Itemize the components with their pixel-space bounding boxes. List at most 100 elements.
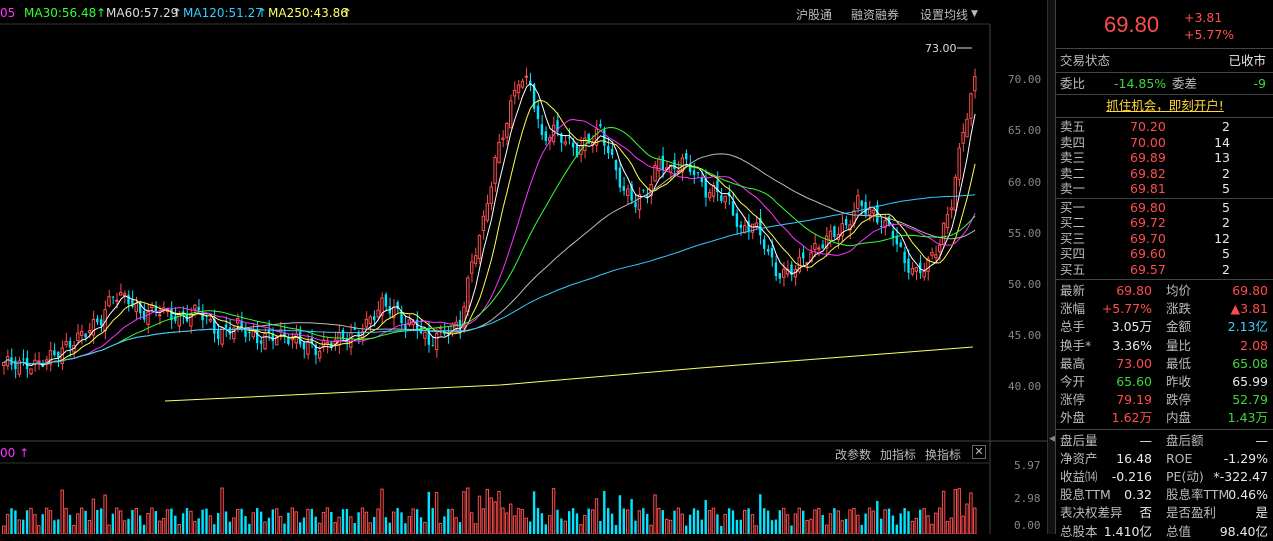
- candle-body: [509, 100, 513, 129]
- volume-bar: [345, 509, 349, 534]
- volume-bar: [205, 508, 208, 534]
- volume-bar: [603, 490, 606, 534]
- divider: [1056, 72, 1273, 73]
- candle-body: [618, 167, 622, 188]
- volume-bar: [330, 512, 333, 534]
- close-icon[interactable]: ✕: [972, 445, 986, 459]
- stat-value: 否: [1139, 505, 1152, 521]
- volume-bar: [244, 516, 247, 534]
- volume-bar: [450, 508, 454, 534]
- volume-bar: [278, 515, 283, 534]
- ask-level-volume: 13: [1214, 150, 1230, 165]
- volume-bar: [833, 508, 836, 534]
- volume-bar: [84, 510, 87, 534]
- volume-bar: [298, 522, 302, 534]
- volume-bar: [396, 508, 399, 534]
- volume-bar: [17, 519, 22, 534]
- volume-bar: [907, 511, 910, 534]
- candle-body: [692, 170, 696, 176]
- volume-bar: [454, 517, 458, 534]
- volume-bar: [174, 515, 177, 534]
- stat-label: 表决权差异: [1060, 505, 1123, 521]
- candle-body: [763, 239, 766, 249]
- candle-body: [903, 251, 906, 264]
- candle-body: [473, 255, 478, 264]
- ask-level-row[interactable]: 卖一 69.81 5: [1060, 181, 1270, 197]
- stat-label: 总手: [1060, 319, 1086, 335]
- volume-bar: [646, 513, 649, 534]
- volume-bar: [505, 512, 509, 534]
- volume-bar: [809, 518, 813, 534]
- candle-body: [634, 202, 637, 208]
- stat-value: -1.29%: [1223, 450, 1268, 466]
- volume-bar: [590, 509, 595, 534]
- volume-bar: [271, 509, 274, 534]
- ma-settings-button[interactable]: 设置均线: [920, 6, 968, 23]
- volume-bar: [477, 495, 482, 534]
- candle-body: [673, 160, 676, 170]
- current-price: 69.80: [1104, 12, 1160, 37]
- volume-bar: [44, 507, 49, 534]
- stat-value: 16.48: [1116, 450, 1152, 466]
- candle-body: [142, 310, 146, 320]
- volume-bar: [57, 519, 60, 534]
- candle-body: [607, 146, 610, 153]
- bid-level-price: 69.70: [1130, 230, 1166, 246]
- volume-bar: [111, 513, 115, 534]
- volume-bar: [673, 510, 676, 534]
- switch-indicator-button[interactable]: 换指标: [925, 446, 961, 463]
- candle-body: [248, 332, 251, 334]
- ask-level-price: 69.81: [1130, 181, 1166, 196]
- stat-value: 69.80: [1116, 283, 1152, 298]
- volume-bar: [333, 522, 337, 534]
- volume-bar: [146, 513, 150, 534]
- stat-label: 量比: [1166, 337, 1192, 353]
- stat-value: ▲3.81: [1230, 301, 1268, 317]
- volume-bar: [532, 491, 536, 534]
- candle-body: [945, 214, 950, 229]
- candle-body: [485, 203, 490, 221]
- bid-level-row[interactable]: 买五 69.57 2: [1060, 262, 1270, 278]
- margin-trading-button[interactable]: 融资融券: [851, 6, 899, 23]
- volume-bar: [883, 509, 887, 534]
- candle-body: [189, 313, 193, 327]
- ma-legend-bar: 05 MA30:56.48 ↑ MA60:57.29 ↑ MA120:51.27…: [0, 0, 1047, 24]
- ask-level-row[interactable]: 卖五 70.20 2: [1060, 119, 1270, 135]
- volume-bar: [107, 524, 111, 534]
- bid-level-row[interactable]: 买三 69.70 12: [1060, 231, 1270, 247]
- bid-level-row[interactable]: 买四 69.60 5: [1060, 246, 1270, 262]
- divider: [1056, 197, 1273, 199]
- volume-bar: [127, 518, 130, 534]
- volume-bar: [37, 525, 41, 534]
- candle-body: [922, 271, 926, 278]
- candle-body: [910, 267, 915, 275]
- bid-level-row[interactable]: 买一 69.80 5: [1060, 200, 1270, 216]
- volume-bar: [139, 515, 142, 534]
- volume-bar: [754, 525, 759, 534]
- ask-level-row[interactable]: 卖四 70.00 14: [1060, 135, 1270, 151]
- stat-value: +5.77%: [1101, 301, 1152, 317]
- modify-params-button[interactable]: 改参数: [835, 446, 871, 463]
- kline-chart-panel[interactable]: 05 MA30:56.48 ↑ MA60:57.29 ↑ MA120:51.27…: [0, 0, 1047, 534]
- candle-body: [571, 142, 575, 148]
- volume-bar: [556, 509, 559, 534]
- candle-body: [957, 147, 961, 180]
- candle-body: [111, 296, 115, 298]
- ask-level-label: 卖一: [1060, 181, 1086, 196]
- bid-level-row[interactable]: 买二 69.72 2: [1060, 215, 1270, 231]
- stat-value: 1.62万: [1111, 410, 1152, 426]
- volume-bar: [33, 514, 37, 534]
- ask-level-row[interactable]: 卖二 69.82 2: [1060, 166, 1270, 182]
- volume-bar: [493, 501, 497, 534]
- hgt-button[interactable]: 沪股通: [796, 6, 832, 23]
- volume-bar: [193, 520, 197, 534]
- volume-bar: [466, 487, 470, 534]
- chevron-down-icon[interactable]: ▼: [971, 9, 978, 19]
- ma250-line: [164, 346, 974, 402]
- volume-bar: [599, 520, 602, 534]
- open-account-link[interactable]: 抓住机会，即刻开户!: [1106, 98, 1224, 113]
- ask-level-row[interactable]: 卖三 69.89 13: [1060, 150, 1270, 166]
- volume-bar: [524, 517, 528, 534]
- volume-bar: [665, 518, 669, 534]
- add-indicator-button[interactable]: 加指标: [880, 446, 916, 463]
